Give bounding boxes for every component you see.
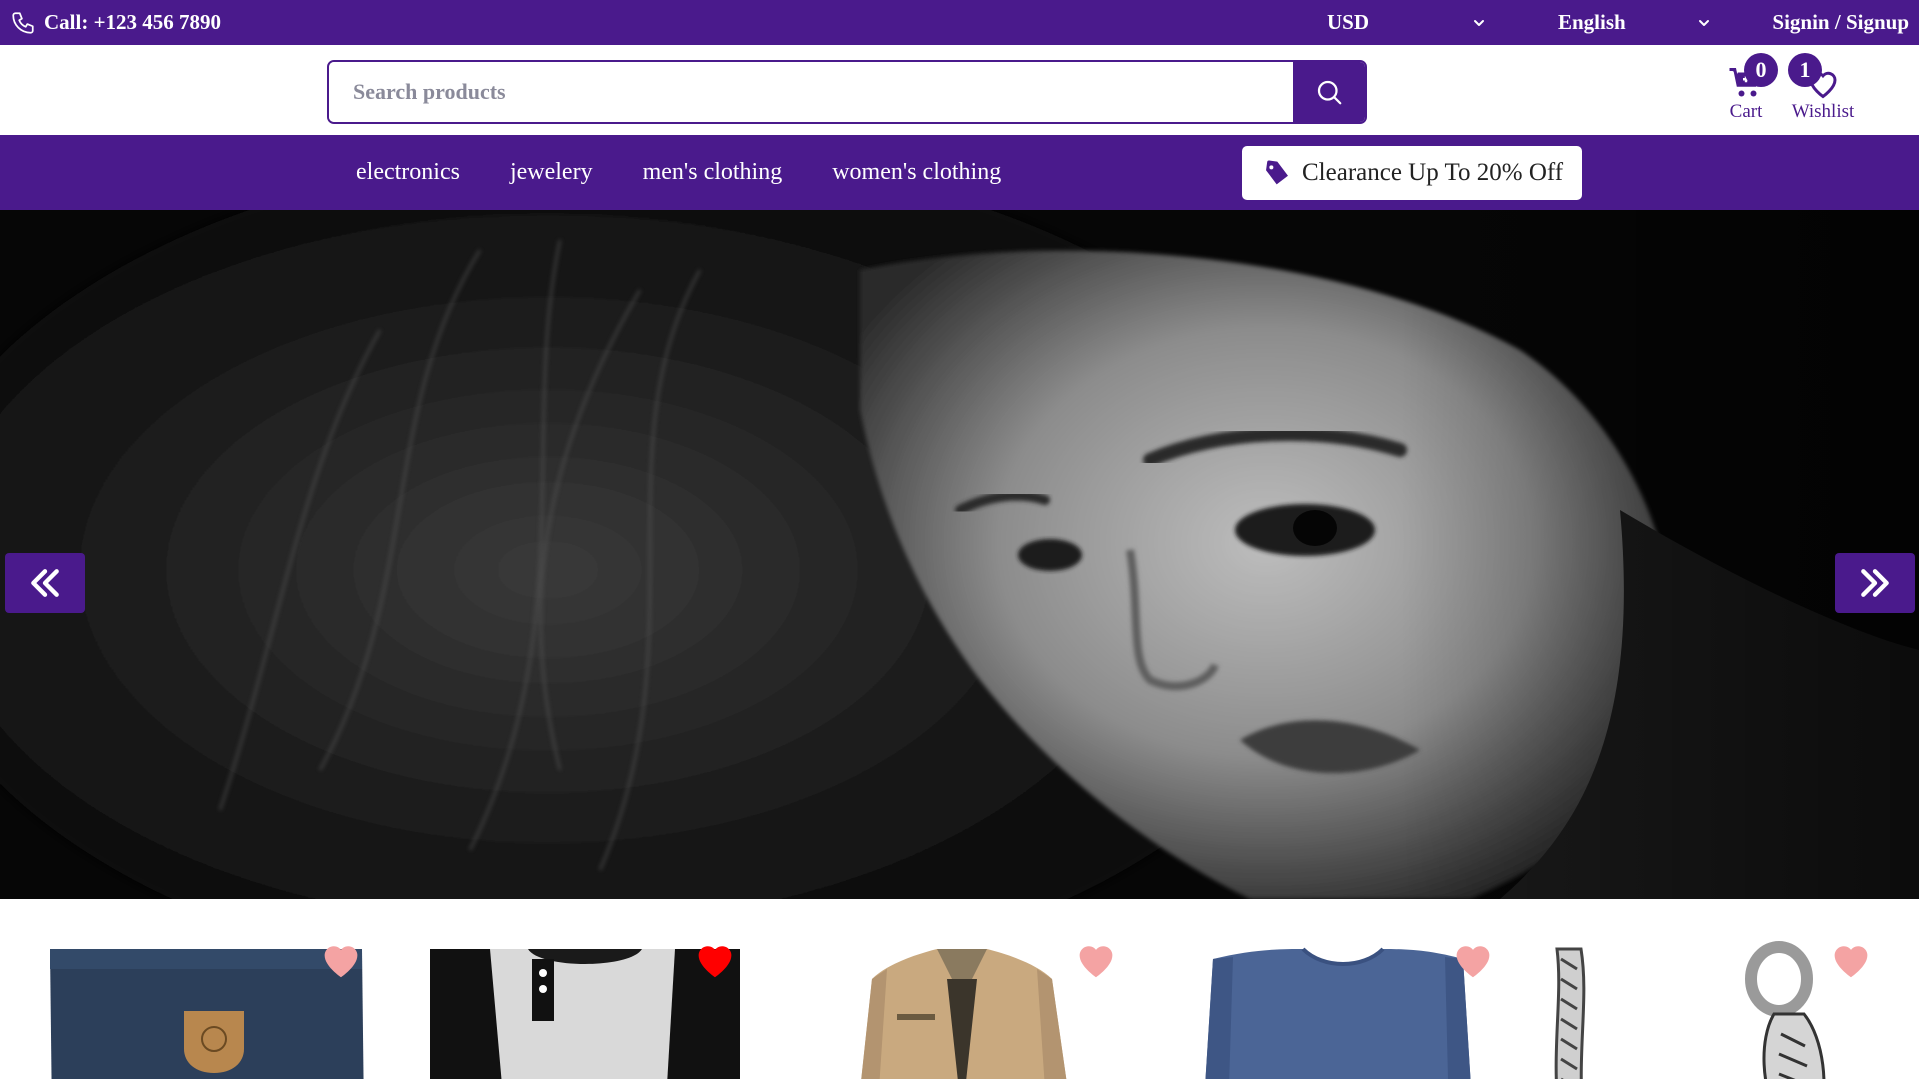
- search-button[interactable]: [1293, 62, 1365, 122]
- heart-icon[interactable]: [319, 939, 363, 979]
- currency-select[interactable]: USD: [1327, 0, 1484, 45]
- heart-icon[interactable]: [1829, 939, 1873, 979]
- cart-button[interactable]: Cart 0: [1724, 53, 1778, 123]
- language-value: English: [1558, 10, 1626, 34]
- double-chevron-left-icon: [31, 569, 59, 597]
- wishlist-button[interactable]: Wishlist 1: [1785, 53, 1861, 123]
- nav-item-mens-clothing[interactable]: men's clothing: [643, 159, 783, 186]
- hero-carousel: [0, 210, 1919, 899]
- heart-icon[interactable]: [1074, 939, 1118, 979]
- product-card[interactable]: [420, 939, 750, 1079]
- hero-photo: [0, 210, 1919, 899]
- category-nav: electronics jewelery men's clothing wome…: [0, 135, 1919, 210]
- cart-label: Cart: [1729, 101, 1763, 122]
- carousel-next-button[interactable]: [1835, 553, 1915, 613]
- header: Cart 0 Wishlist 1: [0, 45, 1919, 135]
- call-label: Call: +123 456 7890: [44, 10, 222, 34]
- carousel-prev-button[interactable]: [5, 553, 85, 613]
- search-icon: [1317, 80, 1342, 105]
- language-select[interactable]: English: [1558, 0, 1709, 45]
- nav-item-electronics[interactable]: electronics: [356, 159, 460, 186]
- signin-signup-link[interactable]: Signin / Signup: [1772, 0, 1909, 45]
- product-grid: [0, 899, 1919, 1079]
- chevron-down-icon: [1699, 20, 1709, 26]
- search-bar: [327, 60, 1367, 124]
- top-bar: Call: +123 456 7890 USD English Signin /…: [0, 0, 1919, 45]
- search-input[interactable]: [329, 62, 1293, 122]
- wishlist-count-badge: 1: [1788, 53, 1822, 87]
- currency-value: USD: [1327, 10, 1370, 34]
- wishlist-label: Wishlist: [1791, 101, 1855, 122]
- nav-item-jewelery[interactable]: jewelery: [510, 159, 593, 186]
- product-card[interactable]: [1173, 939, 1503, 1079]
- heart-icon[interactable]: [1451, 939, 1495, 979]
- tag-icon: [1266, 160, 1288, 185]
- product-card[interactable]: [1549, 939, 1879, 1079]
- promo-label: Clearance Up To 20% Off: [1302, 159, 1564, 186]
- chevron-down-icon: [1474, 20, 1484, 26]
- clearance-promo-button[interactable]: Clearance Up To 20% Off: [1242, 146, 1582, 200]
- category-links: electronics jewelery men's clothing wome…: [356, 135, 1001, 210]
- double-chevron-right-icon: [1861, 569, 1889, 597]
- phone-icon: [12, 11, 34, 34]
- call-info: Call: +123 456 7890: [10, 0, 221, 45]
- nav-item-womens-clothing[interactable]: women's clothing: [832, 159, 1001, 186]
- heart-icon[interactable]: [693, 939, 737, 979]
- product-card[interactable]: [797, 939, 1127, 1079]
- cart-count-badge: 0: [1744, 53, 1778, 87]
- product-card[interactable]: [44, 939, 374, 1079]
